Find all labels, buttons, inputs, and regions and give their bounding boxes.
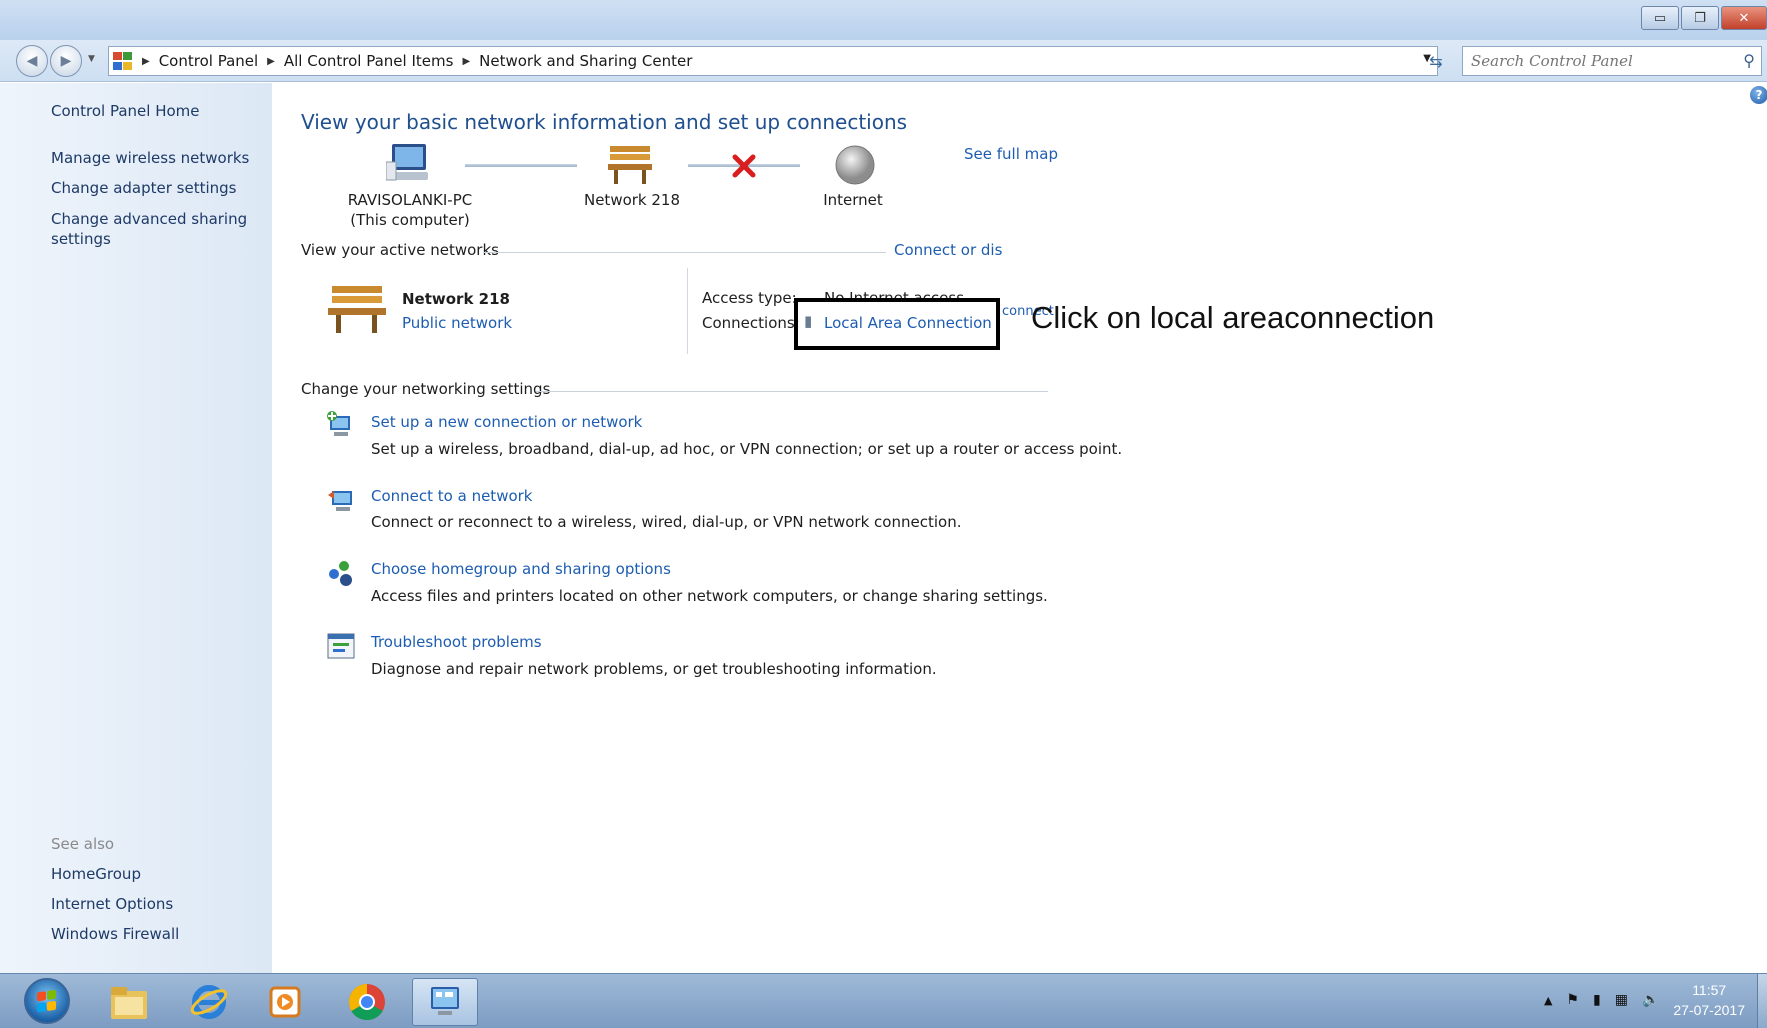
chrome-taskbar-button[interactable] — [334, 978, 400, 1026]
window-controls: ▭ ❐ ✕ — [1641, 6, 1767, 30]
breadcrumb-arrow-icon[interactable]: ▶ — [462, 56, 470, 67]
annotation-text: Click on local areaconnection — [1031, 300, 1435, 335]
page-title: View your basic network information and … — [301, 110, 908, 134]
close-button[interactable]: ✕ — [1721, 6, 1767, 30]
section-divider — [484, 252, 886, 253]
computer-label[interactable]: RAVISOLANKI-PC (This computer) — [330, 190, 490, 230]
sidebar-item-wireless[interactable]: Manage wireless networks — [51, 148, 261, 168]
sidebar-item-advanced-sharing[interactable]: Change advanced sharing settings — [51, 209, 261, 249]
media-player-icon — [269, 986, 301, 1018]
task-setup-connection-desc: Set up a wireless, broadband, dial-up, a… — [371, 440, 1123, 458]
clock-date: 27-07-2017 — [1673, 1002, 1745, 1018]
action-center-flag-icon[interactable]: ⚑ — [1566, 992, 1579, 1008]
search-icon[interactable]: ⚲ — [1743, 51, 1755, 70]
see-full-map-link[interactable]: See full map — [964, 145, 1058, 163]
no-connection-x-icon — [732, 154, 756, 178]
sidebar: Control Panel Home Manage wireless netwo… — [0, 83, 272, 973]
breadcrumb-control-panel[interactable]: Control Panel — [159, 52, 258, 70]
connections-label: Connections: — [702, 314, 800, 332]
task-homegroup-desc: Access files and printers located on oth… — [371, 587, 1048, 605]
breadcrumb-all-items[interactable]: All Control Panel Items — [284, 52, 454, 70]
system-tray: ▲ ⚑ ▮ ▦ 🔈 11:57 27-07-2017 — [1544, 980, 1745, 1020]
volume-icon[interactable]: 🔈 — [1642, 992, 1659, 1008]
task-troubleshoot-link[interactable]: Troubleshoot problems — [371, 633, 542, 651]
address-bar: ◀ ▶ ▼ ▶ Control Panel ▶ All Control Pane… — [0, 40, 1767, 82]
connect-network-icon — [328, 491, 352, 511]
help-icon[interactable]: ? — [1750, 86, 1767, 104]
refresh-button[interactable]: ⇆ — [1422, 46, 1450, 76]
sidebar-item-internet-options[interactable]: Internet Options — [51, 894, 261, 914]
troubleshoot-icon — [327, 633, 355, 659]
access-type-label: Access type: — [702, 289, 797, 307]
computer-name: RAVISOLANKI-PC — [347, 191, 473, 209]
new-connection-icon — [327, 411, 350, 436]
computer-subtitle: (This computer) — [350, 211, 470, 229]
start-button[interactable] — [24, 978, 70, 1024]
taskbar: ▲ ⚑ ▮ ▦ 🔈 11:57 27-07-2017 — [0, 973, 1767, 1028]
network-name: Network 218 — [402, 290, 510, 308]
task-homegroup-link[interactable]: Choose homegroup and sharing options — [371, 560, 671, 578]
explorer-taskbar-button[interactable] — [96, 978, 162, 1026]
media-player-taskbar-button[interactable] — [252, 978, 318, 1026]
show-hidden-icons-icon[interactable]: ▲ — [1544, 994, 1552, 1007]
active-networks-heading: View your active networks — [301, 241, 499, 259]
network-type-link[interactable]: Public network — [402, 314, 512, 332]
network-tray-icon[interactable]: ▦ — [1615, 992, 1628, 1008]
change-settings-heading: Change your networking settings — [301, 380, 551, 398]
task-connect-network-desc: Connect or reconnect to a wireless, wire… — [371, 513, 962, 531]
see-also-heading: See also — [51, 835, 115, 853]
network-center-icon — [431, 987, 459, 1015]
connect-or-disconnect-link[interactable]: Connect or dis — [894, 241, 1002, 259]
map-connector-line — [465, 164, 577, 167]
task-connect-network-link[interactable]: Connect to a network — [371, 487, 533, 505]
battery-icon[interactable]: ▮ — [1593, 992, 1601, 1008]
minimize-button[interactable]: ▭ — [1641, 6, 1679, 30]
network-bench-icon[interactable] — [606, 142, 654, 186]
sidebar-item-homegroup[interactable]: HomeGroup — [51, 864, 261, 884]
refresh-icon: ⇆ — [1429, 51, 1443, 71]
clock[interactable]: 11:57 27-07-2017 — [1673, 980, 1745, 1020]
sidebar-item-home[interactable]: Control Panel Home — [51, 101, 261, 121]
chrome-icon — [348, 984, 385, 1021]
computer-icon[interactable] — [386, 142, 432, 184]
section-divider — [536, 391, 1048, 392]
address-field[interactable]: ▶ Control Panel ▶ All Control Panel Item… — [108, 46, 1438, 76]
clock-time: 11:57 — [1692, 982, 1727, 998]
search-input[interactable] — [1471, 52, 1711, 70]
internet-node-label[interactable]: Internet — [802, 190, 904, 210]
windows-logo-icon — [37, 989, 57, 1013]
folder-icon — [111, 987, 147, 1019]
recent-pages-dropdown-icon[interactable]: ▼ — [88, 54, 95, 64]
highlight-box — [794, 298, 1000, 350]
back-arrow-icon: ◀ — [26, 53, 38, 69]
network-node-label[interactable]: Network 218 — [570, 190, 694, 210]
internet-globe-icon[interactable] — [834, 144, 876, 186]
network-divider — [687, 268, 688, 354]
show-desktop-button[interactable] — [1757, 974, 1767, 1028]
breadcrumb-arrow-icon[interactable]: ▶ — [267, 56, 275, 67]
ie-taskbar-button[interactable] — [176, 978, 242, 1026]
internet-explorer-icon — [190, 985, 228, 1019]
control-panel-icon — [113, 52, 133, 70]
network-bench-icon — [328, 286, 386, 333]
title-bar: ▭ ❐ ✕ — [0, 0, 1767, 40]
forward-button[interactable]: ▶ — [50, 45, 82, 77]
restore-button[interactable]: ❐ — [1681, 6, 1719, 30]
sidebar-item-adapter[interactable]: Change adapter settings — [51, 178, 261, 198]
control-panel-taskbar-button[interactable] — [412, 978, 478, 1026]
forward-arrow-icon: ▶ — [60, 53, 72, 69]
sidebar-item-firewall[interactable]: Windows Firewall — [51, 924, 261, 944]
task-troubleshoot-desc: Diagnose and repair network problems, or… — [371, 660, 937, 678]
breadcrumb-arrow-icon[interactable]: ▶ — [142, 56, 150, 67]
back-button[interactable]: ◀ — [16, 45, 48, 77]
search-box[interactable]: ⚲ — [1462, 46, 1762, 76]
homegroup-icon — [329, 561, 352, 586]
task-setup-connection-link[interactable]: Set up a new connection or network — [371, 413, 642, 431]
breadcrumb-network-sharing[interactable]: Network and Sharing Center — [479, 52, 692, 70]
